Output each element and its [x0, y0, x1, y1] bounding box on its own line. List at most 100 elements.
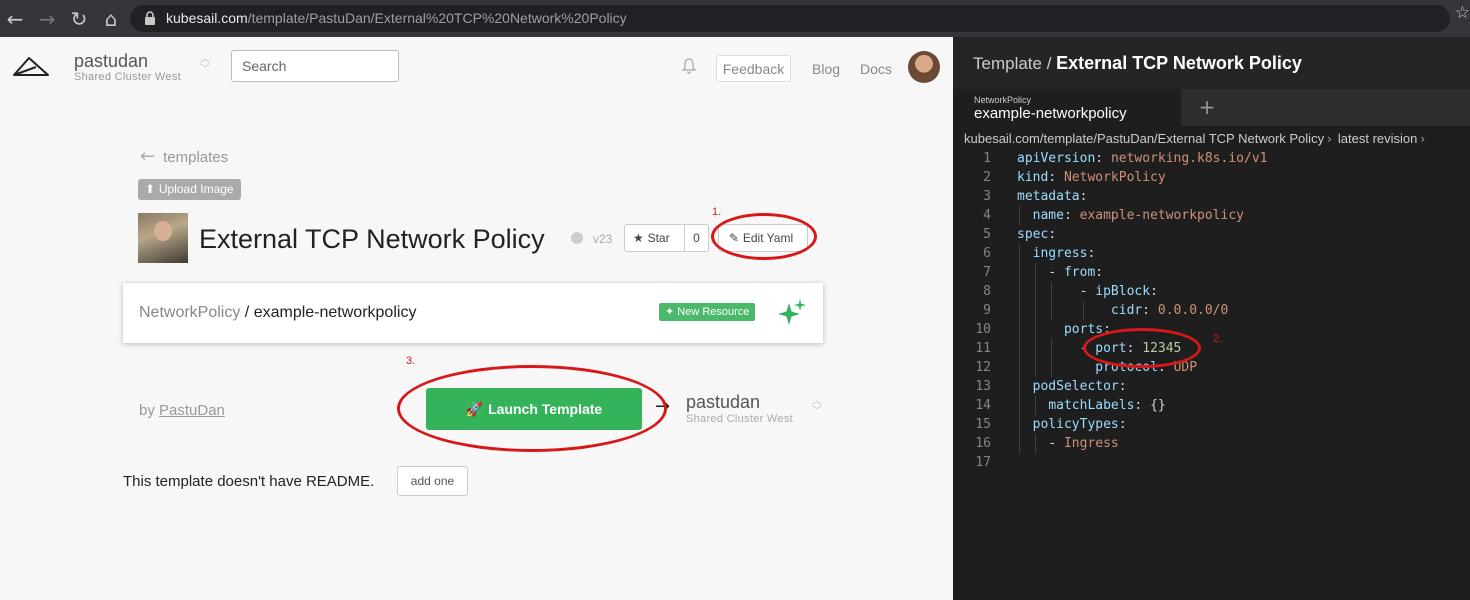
- yaml-key: spec: [1017, 227, 1049, 242]
- editor-title-prefix: Template /: [973, 54, 1057, 73]
- line-number: 11: [975, 341, 991, 356]
- forward-arrow-icon[interactable]: →: [34, 6, 60, 32]
- url-path: /template/PastuDan/External%20TCP%20Netw…: [247, 10, 627, 26]
- star-label: Star: [647, 231, 670, 245]
- editor-header: Template / External TCP Network Policy: [953, 37, 1470, 89]
- code-line: 4 name: example-networkpolicy: [953, 206, 1470, 225]
- resource-kind: NetworkPolicy: [139, 304, 241, 321]
- code-line: 5 spec:: [953, 225, 1470, 244]
- cluster-switch-icon[interactable]: ︿ ﹀: [198, 55, 212, 75]
- home-icon[interactable]: ⌂: [98, 6, 124, 32]
- code-text: ingress:: [1032, 246, 1096, 261]
- code-line: 13 podSelector:: [953, 377, 1470, 396]
- add-tab-button[interactable]: +: [1180, 89, 1233, 126]
- yaml-key: kind: [1017, 170, 1049, 185]
- add-readme-button[interactable]: add one: [397, 466, 468, 496]
- bookmark-star-icon[interactable]: ☆: [1455, 3, 1470, 23]
- annotation-circle-3: [397, 365, 667, 452]
- feedback-button[interactable]: Feedback: [716, 55, 791, 82]
- annotation-label-2: 2.: [1213, 333, 1223, 345]
- code-text: spec:: [1017, 227, 1057, 242]
- template-image: [138, 213, 188, 263]
- line-number: 9: [983, 303, 991, 318]
- yaml-value: NetworkPolicy: [1063, 170, 1166, 185]
- blog-link[interactable]: Blog: [812, 61, 840, 77]
- launch-cluster-switch-icon[interactable]: ︿ ﹀: [810, 397, 824, 417]
- code-line: 11 - port: 12345: [953, 339, 1470, 358]
- new-resource-button[interactable]: ✦ New Resource: [659, 303, 756, 321]
- line-number: 15: [975, 417, 991, 432]
- yaml-key: policyTypes: [1032, 417, 1119, 432]
- code-editor[interactable]: 1 apiVersion: networking.k8s.io/v1 2 kind:…: [953, 149, 1470, 472]
- editor-tab-bar: NetworkPolicy example-networkpolicy +: [953, 89, 1470, 126]
- back-to-templates-link[interactable]: ← templates: [140, 146, 228, 167]
- by-label: by: [139, 402, 160, 419]
- tab-kind: NetworkPolicy: [974, 95, 1032, 105]
- code-line: 15 policyTypes:: [953, 415, 1470, 434]
- breadcrumb-revision[interactable]: latest revision: [1338, 131, 1417, 146]
- star-count: 0: [684, 225, 708, 251]
- url-host: kubesail.com: [166, 10, 248, 26]
- star-button[interactable]: ★ Star 0: [624, 224, 709, 252]
- code-line: 1 apiVersion: networking.k8s.io/v1: [953, 149, 1470, 168]
- yaml-value: networking.k8s.io/v1: [1110, 151, 1268, 166]
- resource-card[interactable]: NetworkPolicy / example-networkpolicy ✦ …: [123, 283, 823, 343]
- code-text: name: example-networkpolicy: [1032, 208, 1244, 223]
- line-number: 10: [975, 322, 991, 337]
- reload-icon[interactable]: ↻: [66, 6, 92, 32]
- code-line: 17: [953, 453, 1470, 472]
- code-text: podSelector:: [1032, 379, 1127, 394]
- back-arrow-icon[interactable]: ←: [2, 6, 28, 32]
- tab-name: example-networkpolicy: [974, 105, 1127, 122]
- code-line: 3 metadata:: [953, 187, 1470, 206]
- code-line: 7 - from:: [953, 263, 1470, 282]
- sparkle-icon[interactable]: [778, 299, 806, 327]
- author-line: by PastuDan: [139, 402, 225, 419]
- yaml-value: Ingress: [1063, 436, 1119, 451]
- line-number: 8: [983, 284, 991, 299]
- yaml-key: metadata: [1017, 189, 1080, 204]
- code-line: 16 - Ingress: [953, 434, 1470, 453]
- code-text: - from:: [1048, 265, 1104, 280]
- browser-toolbar: ← → ↻ ⌂ kubesail.com/template/PastuDan/E…: [0, 0, 1470, 37]
- annotation-label-3: 3.: [406, 355, 416, 367]
- breadcrumb-path[interactable]: kubesail.com/template/PastuDan/External …: [964, 131, 1324, 146]
- cluster-subtitle: Shared Cluster West: [74, 71, 181, 83]
- line-number: 1: [983, 151, 991, 166]
- code-text: apiVersion: networking.k8s.io/v1: [1017, 151, 1268, 166]
- line-number: 16: [975, 436, 991, 451]
- code-text: - Ingress: [1048, 436, 1119, 451]
- annotation-circle-2: [1083, 328, 1201, 368]
- code-line: 14 matchLabels: {}: [953, 396, 1470, 415]
- code-text: - ipBlock:: [1079, 284, 1158, 299]
- editor-tab-networkpolicy[interactable]: NetworkPolicy example-networkpolicy: [953, 89, 1180, 126]
- code-text: policyTypes:: [1032, 417, 1127, 432]
- search-input[interactable]: [231, 50, 399, 82]
- address-bar[interactable]: kubesail.com/template/PastuDan/External%…: [130, 5, 1450, 32]
- resource-separator: /: [240, 304, 254, 321]
- docs-link[interactable]: Docs: [860, 61, 892, 77]
- upload-image-button[interactable]: ⬆ Upload Image: [138, 179, 241, 200]
- version-label: v23: [593, 232, 613, 246]
- line-number: 3: [983, 189, 991, 204]
- launch-cluster-name[interactable]: pastudan: [686, 392, 760, 413]
- author-link[interactable]: PastuDan: [159, 402, 225, 419]
- editor-title: Template / External TCP Network Policy: [973, 53, 1302, 74]
- code-text: cidr: 0.0.0.0/0: [1110, 303, 1229, 318]
- template-title: External TCP Network Policy: [199, 224, 545, 254]
- code-line: 9 cidr: 0.0.0.0/0: [953, 301, 1470, 320]
- user-avatar[interactable]: [908, 51, 940, 83]
- annotation-circle-1: [711, 213, 817, 260]
- line-number: 13: [975, 379, 991, 394]
- bell-icon[interactable]: [682, 58, 696, 74]
- star-label-wrap: ★ Star: [633, 231, 670, 245]
- yaml-key: ingress: [1032, 246, 1088, 261]
- app-pane: pastudan Shared Cluster West ︿﹀ Feedback…: [0, 37, 953, 600]
- back-label: templates: [163, 149, 229, 166]
- kubesail-logo-icon[interactable]: [12, 55, 50, 77]
- cluster-name[interactable]: pastudan: [74, 51, 148, 72]
- editor-breadcrumb: kubesail.com/template/PastuDan/External …: [964, 131, 1431, 146]
- line-number: 2: [983, 170, 991, 185]
- star-icon: ★: [633, 231, 648, 245]
- line-number: 6: [983, 246, 991, 261]
